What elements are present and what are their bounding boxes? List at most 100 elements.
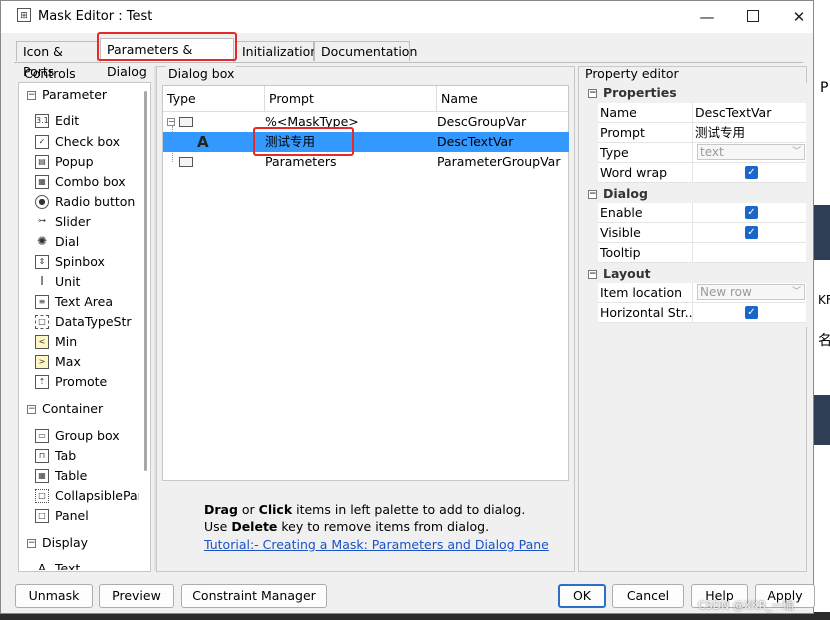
collapse-icon[interactable]: − <box>588 189 597 199</box>
enable-checkbox[interactable]: ✓ <box>745 206 758 219</box>
control-group-box[interactable]: ▭ Group box <box>35 426 120 446</box>
section-properties[interactable]: − Properties <box>588 83 677 103</box>
control-text-area[interactable]: ≡ Text Area <box>35 292 113 312</box>
checkbox-icon: ✓ <box>35 135 49 149</box>
tab-icon-ports[interactable]: Icon & Ports <box>16 41 98 79</box>
expand-collapse-icon[interactable]: − <box>167 118 175 126</box>
control-unit[interactable]: Ⅰ Unit <box>35 272 80 292</box>
control-label: Tab <box>55 448 77 463</box>
controls-scrollbar[interactable] <box>144 91 147 471</box>
column-header-name[interactable]: Name <box>437 86 568 112</box>
background-text: 名 <box>818 333 830 349</box>
property-row-tooltip[interactable]: Tooltip <box>598 243 806 263</box>
control-max[interactable]: > Max <box>35 352 81 372</box>
collapse-icon[interactable]: − <box>27 538 36 548</box>
dialog-tree-table: Type Prompt Name − %<MaskType> DescGroup… <box>162 85 569 481</box>
background-text: KF <box>818 293 830 307</box>
property-key: Name <box>598 103 693 122</box>
ok-button[interactable]: OK <box>558 584 606 608</box>
tooltip-field[interactable] <box>695 243 805 262</box>
property-row-name[interactable]: Name DescTextVar <box>598 103 806 123</box>
control-tab[interactable]: ⊓ Tab <box>35 446 76 466</box>
control-label: DataTypeStr <box>55 314 132 329</box>
column-header-type[interactable]: Type <box>163 86 265 112</box>
tutorial-link[interactable]: Tutorial:- Creating a Mask: Parameters a… <box>204 537 549 552</box>
min-icon: < <box>35 335 49 349</box>
table-row[interactable]: − %<MaskType> DescGroupVar <box>163 112 569 132</box>
property-row-item-location[interactable]: Item location New row ﹀ <box>598 283 806 303</box>
property-key: Visible <box>598 223 693 242</box>
collapse-icon[interactable]: − <box>27 90 36 100</box>
control-text-clipped[interactable]: A Text <box>35 559 81 570</box>
maximize-icon <box>747 10 759 22</box>
panel-icon: □ <box>35 509 49 523</box>
section-parameter[interactable]: − Parameter <box>27 85 107 105</box>
type-combo[interactable]: text ﹀ <box>697 144 805 160</box>
property-row-enable[interactable]: Enable ✓ <box>598 203 806 223</box>
property-row-prompt[interactable]: Prompt 测试专用 <box>598 123 806 143</box>
control-label: Panel <box>55 508 89 523</box>
cell-name: DescGroupVar <box>437 114 527 129</box>
cell-name: DescTextVar <box>437 134 514 149</box>
control-label: Group box <box>55 428 120 443</box>
control-label: Check box <box>55 134 121 149</box>
constraint-manager-button[interactable]: Constraint Manager <box>181 584 327 608</box>
property-key: Tooltip <box>598 243 693 262</box>
controls-title: Controls <box>24 66 76 81</box>
control-label: Max <box>55 354 81 369</box>
section-display[interactable]: − Display <box>27 533 88 553</box>
control-combo-box[interactable]: ▦ Combo box <box>35 172 126 192</box>
control-label: Spinbox <box>55 254 105 269</box>
control-min[interactable]: < Min <box>35 332 77 352</box>
section-label: Parameter <box>42 87 108 102</box>
table-row-selected[interactable]: A 测试专用 DescTextVar <box>163 132 569 152</box>
property-key: Type <box>598 143 693 162</box>
property-row-visible[interactable]: Visible ✓ <box>598 223 806 243</box>
highlight-box <box>253 127 354 156</box>
control-promote[interactable]: ⇡ Promote <box>35 372 107 392</box>
control-datatypestr[interactable]: □ DataTypeStr <box>35 312 132 332</box>
control-spinbox[interactable]: ⇕ Spinbox <box>35 252 105 272</box>
mask-editor-window: ⊞ Mask Editor : Test — ✕ Icon & Ports Pa… <box>0 0 815 614</box>
table-row[interactable]: Parameters ParameterGroupVar <box>163 152 569 172</box>
combo-box-icon: ▦ <box>35 175 49 189</box>
property-row-horizontal-stretch[interactable]: Horizontal Str... ✓ <box>598 303 806 323</box>
property-row-type[interactable]: Type text ﹀ <box>598 143 806 163</box>
cancel-button[interactable]: Cancel <box>612 584 684 608</box>
control-label: Text Area <box>55 294 114 309</box>
collapse-icon[interactable]: − <box>27 404 36 414</box>
property-grid: − Properties Name DescTextVar Prompt 测试专用 T… <box>584 83 809 327</box>
control-dial[interactable]: ✺ Dial <box>35 232 79 252</box>
control-slider[interactable]: ⊶ Slider <box>35 212 91 232</box>
control-collapsible-panel[interactable]: □ CollapsiblePar <box>35 486 139 506</box>
control-check-box[interactable]: ✓ Check box <box>35 132 120 152</box>
collapse-icon[interactable]: − <box>588 88 597 98</box>
tab-documentation[interactable]: Documentation <box>314 41 417 61</box>
column-header-prompt[interactable]: Prompt <box>265 86 437 112</box>
unmask-button[interactable]: Unmask <box>15 584 93 608</box>
section-dialog[interactable]: − Dialog <box>588 184 648 204</box>
preview-button[interactable]: Preview <box>99 584 174 608</box>
section-layout[interactable]: − Layout <box>588 264 651 284</box>
property-row-word-wrap[interactable]: Word wrap ✓ <box>598 163 806 183</box>
tab-initialization[interactable]: Initialization <box>235 41 318 61</box>
word-wrap-checkbox[interactable]: ✓ <box>745 166 758 179</box>
folder-icon <box>179 117 193 127</box>
section-container[interactable]: − Container <box>27 399 103 419</box>
collapse-icon[interactable]: − <box>588 269 597 279</box>
property-value[interactable]: 测试专用 <box>695 123 805 142</box>
control-table[interactable]: ▦ Table <box>35 466 87 486</box>
control-panel[interactable]: □ Panel <box>35 506 89 526</box>
minimize-button[interactable]: — <box>687 5 727 29</box>
maximize-button[interactable] <box>733 5 773 29</box>
property-value[interactable]: DescTextVar <box>695 103 805 122</box>
control-radio-button[interactable]: ● Radio button <box>35 192 135 212</box>
item-location-combo[interactable]: New row ﹀ <box>697 284 805 300</box>
property-key: Horizontal Str... <box>600 303 693 322</box>
property-key: Item location <box>598 283 693 302</box>
visible-checkbox[interactable]: ✓ <box>745 226 758 239</box>
control-edit[interactable]: 3.1 Edit <box>35 111 79 131</box>
horizontal-stretch-checkbox[interactable]: ✓ <box>745 306 758 319</box>
close-button[interactable]: ✕ <box>779 5 819 29</box>
control-popup[interactable]: ▤ Popup <box>35 152 94 172</box>
